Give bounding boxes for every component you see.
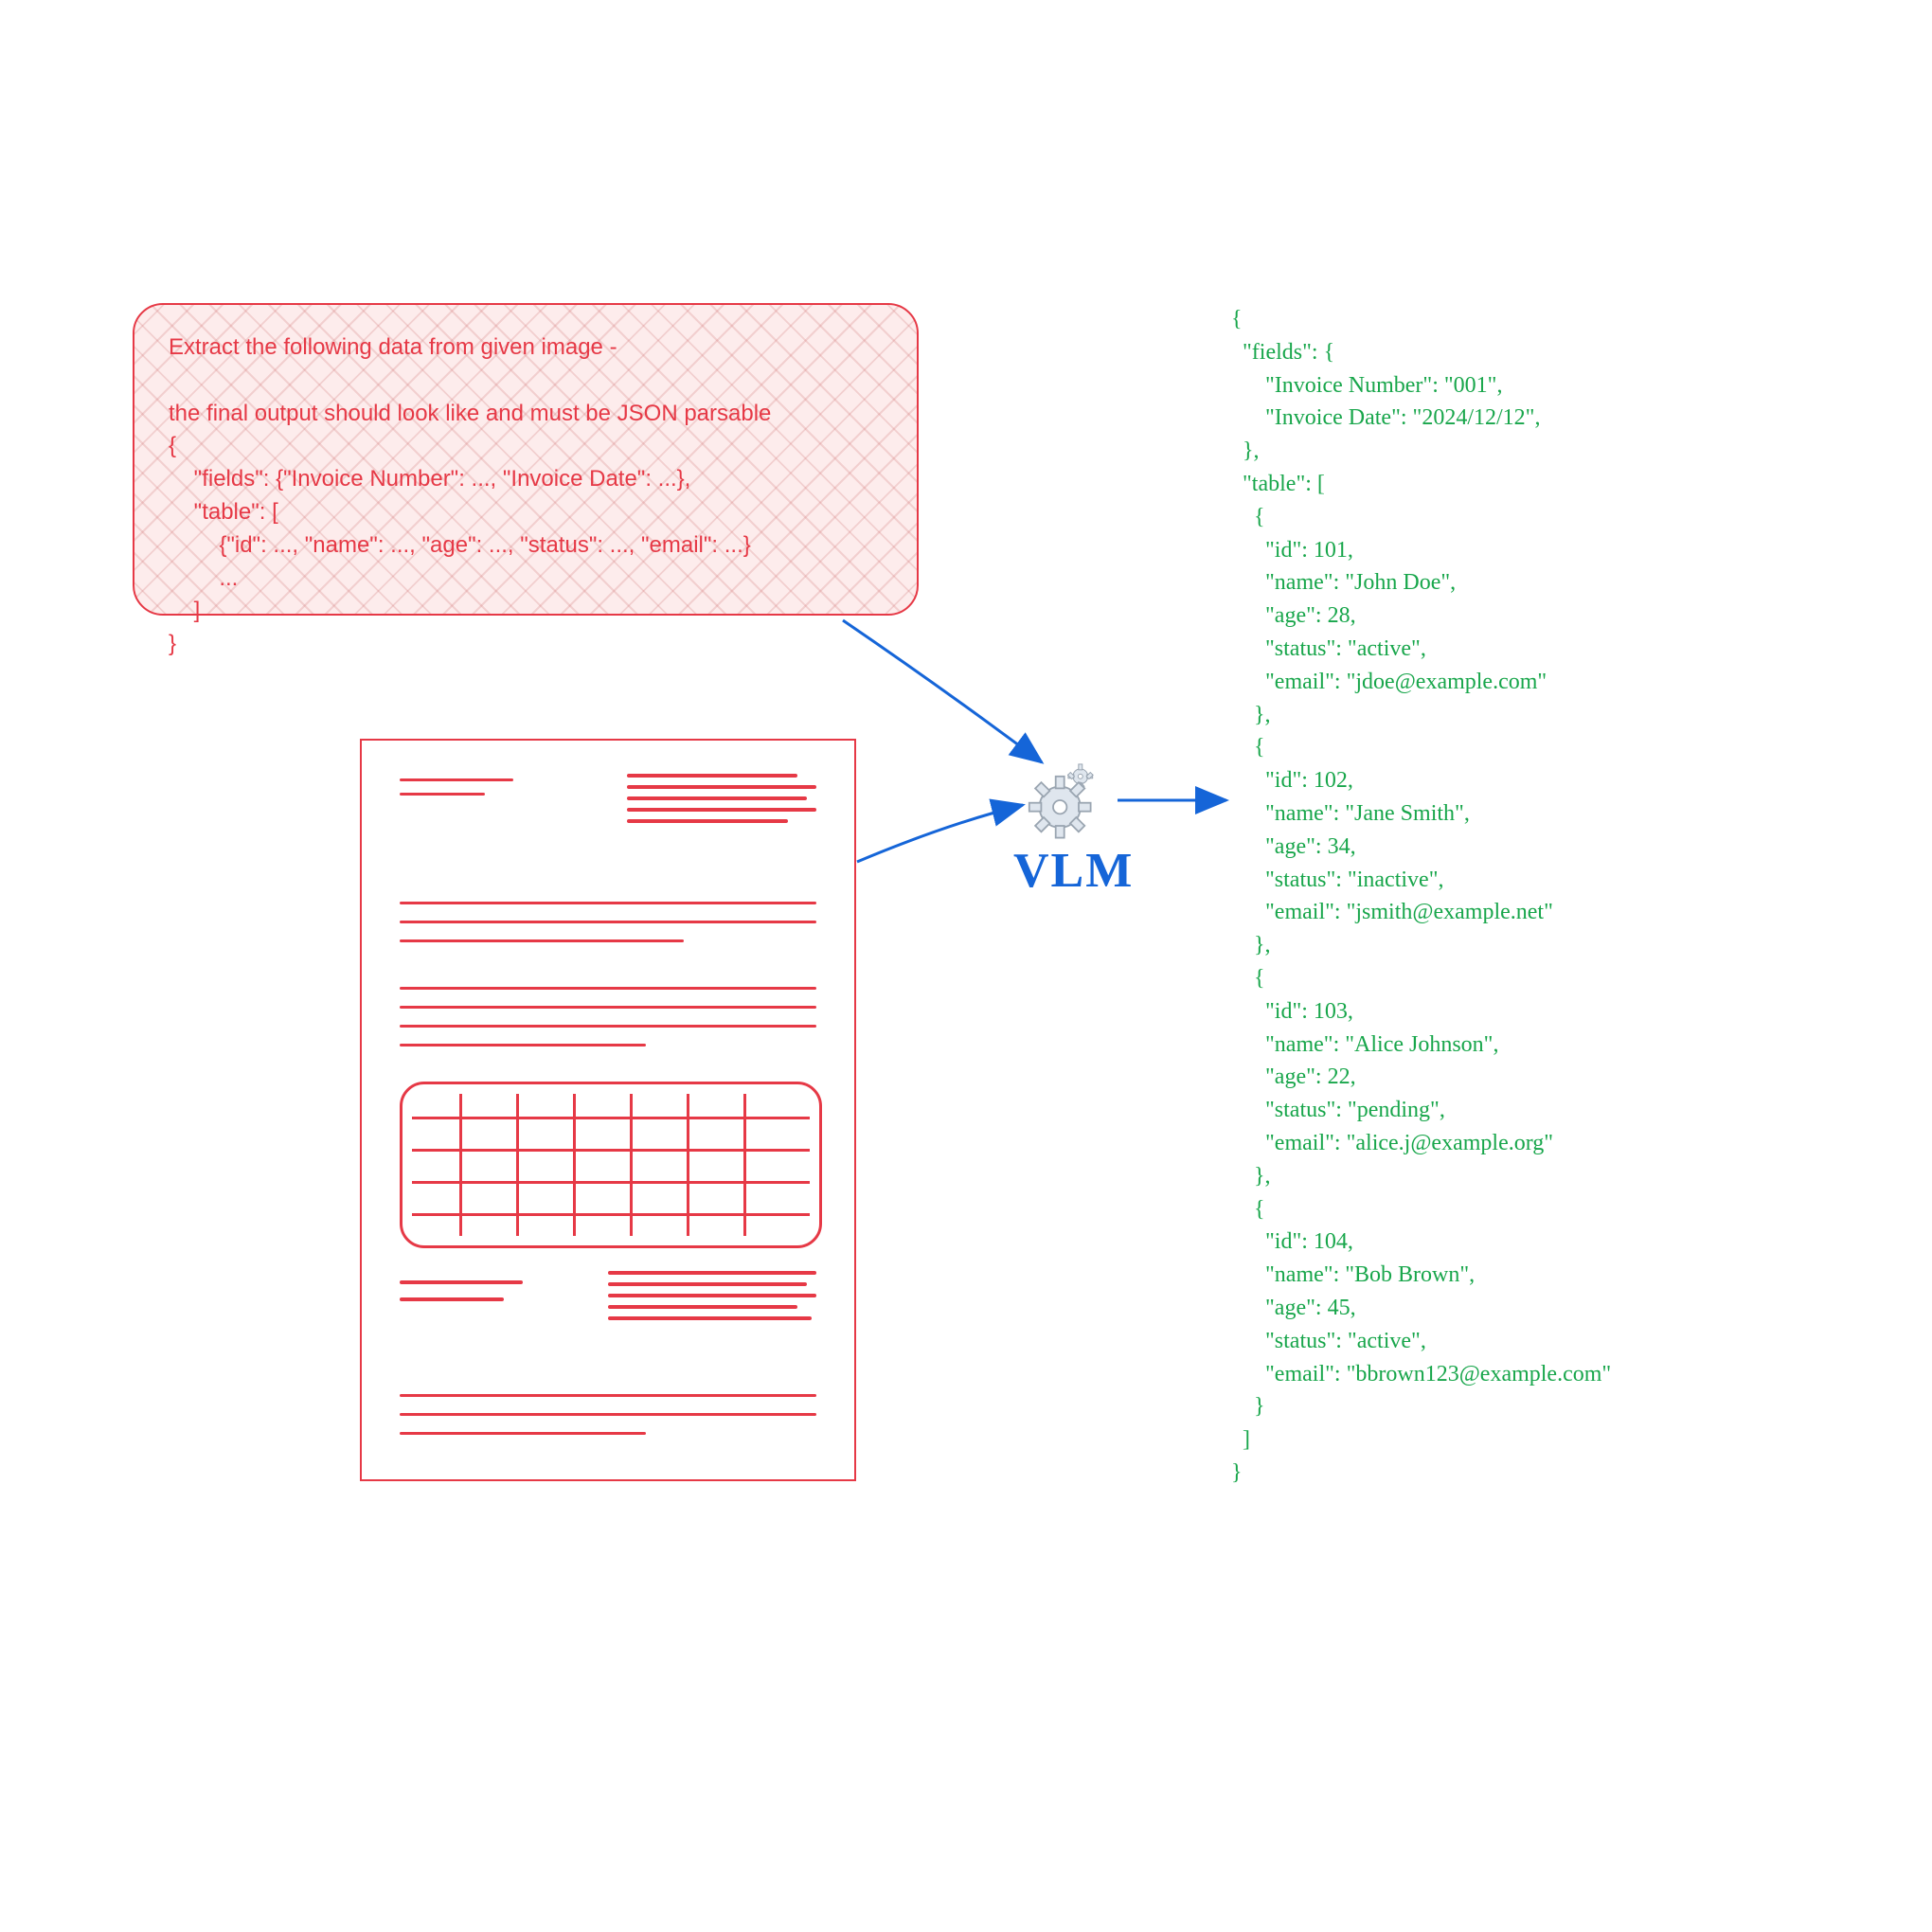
- out-line: "Invoice Date": "2024/12/12",: [1231, 405, 1540, 430]
- prompt-line: ...: [169, 565, 238, 591]
- out-line: "age": 45,: [1231, 1296, 1356, 1320]
- out-line: },: [1231, 933, 1271, 957]
- out-line: {: [1231, 505, 1265, 529]
- out-line: },: [1231, 703, 1271, 727]
- out-line: "id": 104,: [1231, 1229, 1353, 1254]
- prompt-line: {"id": ..., "name": ..., "age": ..., "st…: [169, 532, 751, 558]
- document-table-region: [400, 1082, 822, 1248]
- out-line: "email": "bbrown123@example.com": [1231, 1362, 1611, 1386]
- gears-icon: [1028, 758, 1113, 843]
- out-line: "age": 22,: [1231, 1064, 1356, 1089]
- out-line: "status": "active",: [1231, 1329, 1426, 1353]
- out-line: "email": "jsmith@example.net": [1231, 900, 1553, 924]
- out-line: {: [1231, 307, 1243, 331]
- out-line: "email": "alice.j@example.org": [1231, 1131, 1553, 1155]
- out-line: "status": "pending",: [1231, 1098, 1445, 1122]
- arrow-prompt-to-vlm: [843, 620, 1042, 762]
- out-line: },: [1231, 438, 1260, 463]
- out-line: "name": "Jane Smith",: [1231, 801, 1470, 826]
- out-line: {: [1231, 1197, 1265, 1222]
- out-line: "table": [: [1231, 472, 1325, 496]
- out-line: {: [1231, 735, 1265, 760]
- prompt-box: Extract the following data from given im…: [133, 303, 919, 616]
- out-line: "id": 103,: [1231, 999, 1353, 1024]
- json-output: { "fields": { "Invoice Number": "001", "…: [1231, 303, 1875, 1490]
- arrow-document-to-vlm: [857, 805, 1023, 862]
- out-line: "name": "Bob Brown",: [1231, 1262, 1475, 1287]
- out-line: "fields": {: [1231, 340, 1334, 365]
- out-line: "id": 101,: [1231, 538, 1353, 563]
- out-line: }: [1231, 1460, 1243, 1485]
- out-line: "age": 34,: [1231, 834, 1356, 859]
- out-line: "Invoice Number": "001",: [1231, 373, 1502, 398]
- out-line: "email": "jdoe@example.com": [1231, 670, 1547, 694]
- prompt-line: "fields": {"Invoice Number": ..., "Invoi…: [169, 466, 690, 492]
- out-line: }: [1231, 1394, 1265, 1419]
- out-line: {: [1231, 966, 1265, 991]
- out-line: "name": "John Doe",: [1231, 570, 1456, 595]
- out-line: "name": "Alice Johnson",: [1231, 1032, 1498, 1057]
- out-line: },: [1231, 1164, 1271, 1189]
- vlm-label: VLM: [1013, 843, 1134, 899]
- prompt-line: }: [169, 631, 176, 656]
- prompt-line: ]: [169, 598, 200, 623]
- prompt-line: the final output should look like and mu…: [169, 401, 771, 426]
- out-line: "id": 102,: [1231, 768, 1353, 793]
- document-sketch: [360, 739, 856, 1481]
- out-line: "status": "active",: [1231, 636, 1426, 661]
- prompt-line: "table": [: [169, 499, 278, 525]
- out-line: "status": "inactive",: [1231, 868, 1443, 892]
- prompt-line: {: [169, 433, 176, 458]
- prompt-line: Extract the following data from given im…: [169, 334, 617, 360]
- out-line: "age": 28,: [1231, 603, 1356, 628]
- out-line: ]: [1231, 1427, 1250, 1452]
